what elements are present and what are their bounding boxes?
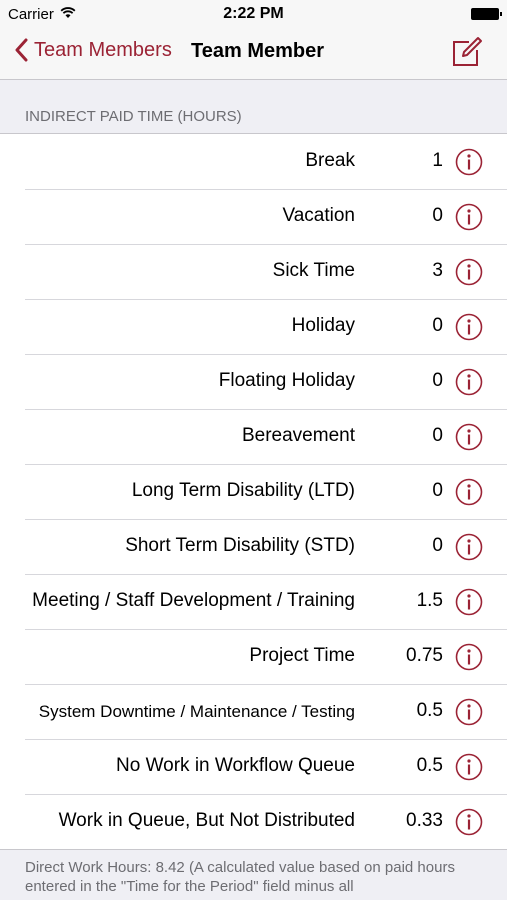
table-row: Floating Holiday 0 — [0, 354, 507, 409]
info-circle-icon[interactable] — [455, 203, 483, 231]
info-circle-icon[interactable] — [455, 533, 483, 561]
back-button[interactable]: Team Members — [14, 38, 172, 62]
row-value: 0 — [432, 205, 443, 226]
row-value: 0 — [432, 315, 443, 336]
table-row: Project Time 0.75 — [0, 629, 507, 684]
section-footer: Direct Work Hours: 8.42 (A calculated va… — [0, 848, 507, 900]
row-value: 0 — [432, 480, 443, 501]
table-row: Holiday 0 — [0, 299, 507, 354]
row-value: 0 — [432, 425, 443, 446]
table-row: No Work in Workflow Queue 0.5 — [0, 739, 507, 794]
table-row: Work in Queue, But Not Distributed 0.33 — [0, 794, 507, 849]
row-value: 0 — [432, 370, 443, 391]
row-value: 0.5 — [416, 755, 443, 776]
table-row: Sick Time 3 — [0, 244, 507, 299]
direct-work-hours-note: Direct Work Hours: 8.42 (A calculated va… — [25, 859, 455, 895]
section-header-label: INDIRECT PAID TIME (HOURS) — [25, 108, 242, 125]
row-label: Work in Queue, But Not Distributed — [58, 810, 355, 831]
row-value: 3 — [432, 260, 443, 281]
row-label: Break — [305, 150, 355, 171]
row-value: 1.5 — [416, 590, 443, 611]
status-time: 2:22 PM — [223, 5, 284, 22]
table-row: Long Term Disability (LTD) 0 — [0, 464, 507, 519]
row-value: 0 — [432, 535, 443, 556]
info-circle-icon[interactable] — [455, 808, 483, 836]
table-row: Bereavement 0 — [0, 409, 507, 464]
table-row: Vacation 0 — [0, 189, 507, 244]
row-label: Vacation — [282, 205, 355, 226]
info-circle-icon[interactable] — [455, 753, 483, 781]
info-circle-icon[interactable] — [455, 313, 483, 341]
info-circle-icon[interactable] — [455, 258, 483, 286]
battery-icon — [471, 8, 502, 20]
row-value: 0.33 — [406, 810, 443, 831]
table-row: Meeting / Staff Development / Training 1.… — [0, 574, 507, 629]
table-row: Break 1 — [0, 134, 507, 189]
row-label: Long Term Disability (LTD) — [131, 480, 355, 501]
row-value: 1 — [432, 150, 443, 171]
info-circle-icon[interactable] — [455, 148, 483, 176]
row-label: Meeting / Staff Development / Training — [32, 590, 355, 611]
row-label: Bereavement — [241, 425, 355, 446]
section-header: INDIRECT PAID TIME (HOURS) — [0, 80, 507, 133]
row-value: 0.75 — [406, 645, 443, 666]
status-bar: Carrier 2:22 PM — [0, 0, 507, 28]
info-circle-icon[interactable] — [455, 698, 483, 726]
info-circle-icon[interactable] — [455, 478, 483, 506]
page-title: Team Member — [191, 40, 325, 62]
row-label: Holiday — [291, 315, 355, 336]
row-label: Sick Time — [272, 260, 355, 281]
row-label: No Work in Workflow Queue — [116, 755, 355, 776]
info-circle-icon[interactable] — [455, 368, 483, 396]
table-row: Short Term Disability (STD) 0 — [0, 519, 507, 574]
back-button-label: Team Members — [34, 38, 172, 61]
compose-icon[interactable] — [451, 36, 483, 68]
navigation-bar: Team Members Team Member — [0, 28, 507, 80]
info-circle-icon[interactable] — [455, 423, 483, 451]
row-label: Short Term Disability (STD) — [125, 535, 355, 556]
hours-table: Break 1 Vacation 0 Sick Time 3 Holiday 0 Floatin… — [0, 133, 507, 850]
row-label: Floating Holiday — [218, 370, 355, 391]
row-label: System Downtime / Maintenance / Testing — [38, 702, 355, 721]
info-circle-icon[interactable] — [455, 643, 483, 671]
chevron-left-icon — [14, 38, 28, 62]
table-row: System Downtime / Maintenance / Testing 0… — [0, 684, 507, 739]
info-circle-icon[interactable] — [455, 588, 483, 616]
row-value: 0.5 — [416, 700, 443, 721]
row-label: Project Time — [249, 645, 355, 666]
